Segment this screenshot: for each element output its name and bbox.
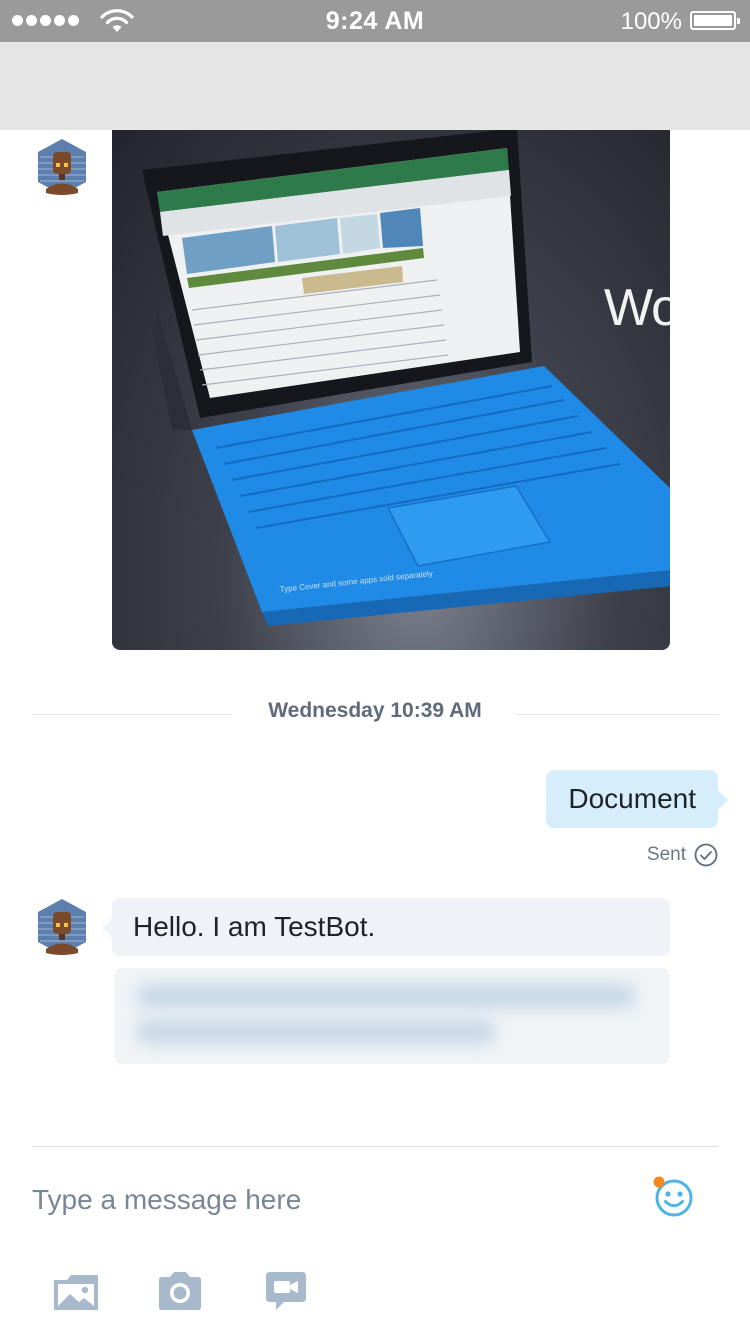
video-message-icon[interactable] bbox=[262, 1270, 310, 1312]
camera-icon[interactable] bbox=[156, 1270, 204, 1312]
status-bar: 9:24 AM 100% bbox=[0, 0, 750, 42]
incoming-message-text: Hello. I am TestBot. bbox=[133, 911, 376, 942]
laptop-photo: Type Cover and some apps sold separately bbox=[142, 130, 670, 626]
bot-avatar[interactable] bbox=[32, 137, 92, 197]
message-input[interactable] bbox=[32, 1172, 622, 1228]
composer-divider bbox=[32, 1146, 718, 1147]
message-status: Sent bbox=[647, 843, 718, 867]
battery-percentage: 100% bbox=[620, 8, 682, 35]
battery-icon bbox=[690, 11, 740, 30]
outgoing-message-bubble[interactable]: Document bbox=[546, 770, 728, 828]
shared-image[interactable]: Type Cover and some apps sold separately… bbox=[112, 130, 670, 650]
image-overlay-text: Wo bbox=[604, 279, 670, 337]
check-circle-icon bbox=[694, 843, 718, 867]
smiley-icon[interactable] bbox=[650, 1174, 698, 1222]
notification-dot bbox=[653, 1176, 665, 1188]
divider-right bbox=[516, 714, 718, 715]
bubble-tail bbox=[102, 918, 112, 938]
gallery-icon[interactable] bbox=[52, 1270, 100, 1312]
message-status-label: Sent bbox=[646, 844, 686, 865]
blurred-attachment-card[interactable] bbox=[114, 968, 670, 1064]
bot-avatar[interactable] bbox=[32, 897, 92, 957]
conversation-header bbox=[0, 42, 750, 130]
date-separator: Wednesday 10:39 AM bbox=[268, 699, 482, 722]
outgoing-message-text: Document bbox=[568, 783, 696, 814]
incoming-message-bubble[interactable]: Hello. I am TestBot. bbox=[102, 898, 670, 956]
bubble-tail bbox=[718, 790, 728, 810]
